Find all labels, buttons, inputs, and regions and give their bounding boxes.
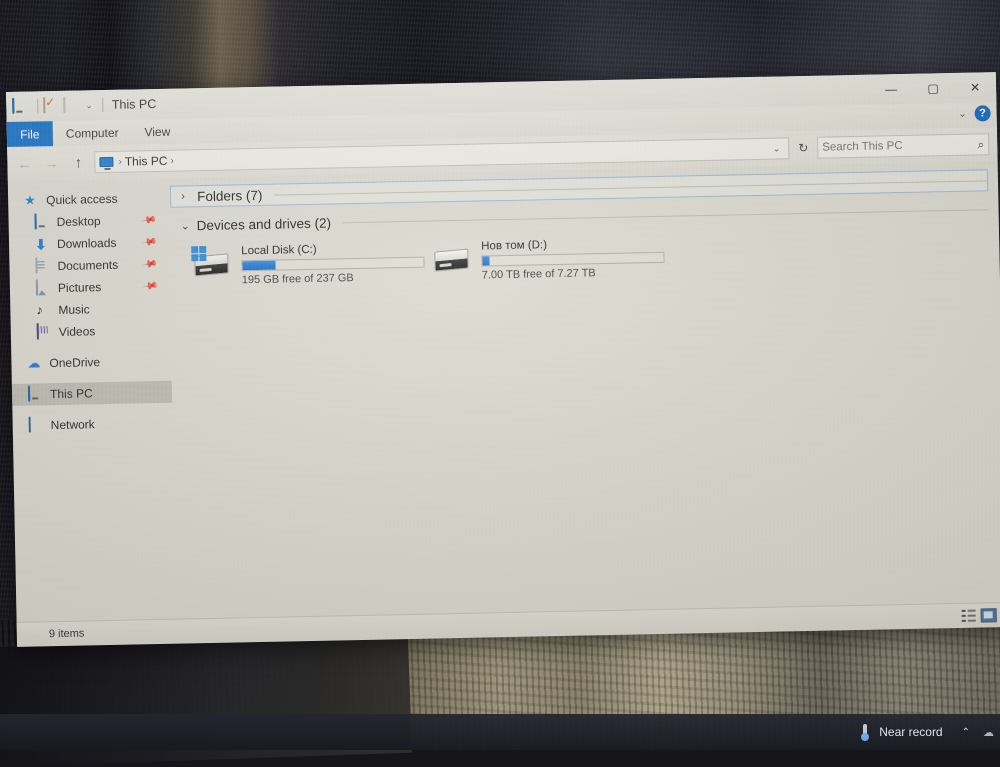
cloud-icon: ☁	[27, 355, 43, 371]
item-count-label: 9 items	[49, 627, 85, 640]
breadcrumb-spacer	[177, 149, 766, 161]
pin-icon[interactable]: 📌	[141, 256, 157, 272]
drive-meta: Нов том (D:) 7.00 TB free of 7.27 TB	[481, 236, 665, 282]
chevron-down-icon[interactable]: ⌄	[85, 100, 93, 111]
sidebar-item-network[interactable]: Network	[12, 412, 172, 437]
music-icon: ♪	[36, 302, 52, 318]
breadcrumb-separator-1: ›	[118, 156, 122, 167]
window-title: This PC	[112, 97, 157, 112]
sidebar-item-music[interactable]: ♪ Music	[10, 297, 170, 322]
expand-ribbon-chevron-icon[interactable]: ⌄	[958, 108, 967, 119]
hard-drive-icon	[430, 240, 473, 277]
close-button[interactable]: ✕	[954, 72, 997, 103]
breadcrumb-separator-2[interactable]: ›	[170, 155, 174, 166]
drive-free-space: 195 GB free of 237 GB	[242, 271, 425, 287]
pin-icon[interactable]: 📌	[141, 278, 157, 294]
large-icons-view-icon[interactable]	[981, 608, 997, 622]
sidebar-item-documents[interactable]: Documents 📌	[9, 253, 169, 278]
content-pane: › Folders (7) ⌄ Devices and drives (2)	[168, 161, 1000, 619]
sidebar-item-onedrive[interactable]: ☁ OneDrive	[11, 350, 171, 375]
tray-overflow-chevron-icon[interactable]: ⌃	[958, 725, 974, 740]
toolbar-separator-1	[37, 99, 38, 113]
document-icon	[35, 258, 51, 274]
this-pc-icon	[28, 386, 44, 402]
taskbar-weather-widget[interactable]: Near record	[853, 721, 948, 744]
tab-computer[interactable]: Computer	[53, 119, 132, 146]
sidebar-item-pictures[interactable]: Pictures 📌	[10, 275, 170, 300]
sidebar-item-label: Network	[51, 417, 95, 432]
hard-drive-windows-icon	[190, 244, 233, 281]
drive-capacity-bar	[241, 257, 424, 272]
window-body: ★ Quick access Desktop 📌 ⬇ Downloads 📌 D…	[8, 161, 1000, 622]
sidebar-item-label: Quick access	[46, 192, 118, 207]
sidebar-item-label: Documents	[57, 258, 118, 273]
pin-icon[interactable]: 📌	[141, 234, 157, 250]
search-input[interactable]: Search This PC ⌕	[817, 133, 989, 158]
video-icon	[37, 324, 53, 340]
taskbar: Near record ⌃ ☁	[0, 714, 1000, 750]
drive-meta: Local Disk (C:) 195 GB free of 237 GB	[241, 241, 425, 287]
drive-capacity-bar	[481, 252, 664, 267]
this-pc-icon[interactable]	[99, 157, 113, 167]
picture-icon	[36, 280, 52, 296]
up-button[interactable]: ↑	[67, 151, 89, 173]
star-icon: ★	[24, 192, 40, 208]
monitor-icon[interactable]	[12, 98, 29, 115]
sidebar-item-videos[interactable]: Videos	[11, 319, 171, 344]
navigation-pane: ★ Quick access Desktop 📌 ⬇ Downloads 📌 D…	[8, 178, 177, 622]
address-history-chevron-icon[interactable]: ⌄	[769, 143, 785, 154]
network-icon	[29, 417, 45, 433]
chevron-right-icon[interactable]: ›	[181, 190, 191, 202]
sidebar-item-quick-access[interactable]: ★ Quick access	[8, 187, 168, 212]
sidebar-item-desktop[interactable]: Desktop 📌	[8, 209, 168, 234]
download-icon: ⬇	[35, 236, 51, 252]
sidebar-item-label: OneDrive	[49, 355, 100, 370]
drive-free-space: 7.00 TB free of 7.27 TB	[482, 266, 665, 282]
drive-name: Нов том (D:)	[481, 237, 664, 253]
desktop-icon	[34, 214, 50, 230]
sidebar-item-label: Pictures	[58, 280, 102, 295]
tray-cloud-icon[interactable]: ☁	[983, 726, 994, 739]
sidebar-item-label: Desktop	[56, 214, 100, 229]
help-icon[interactable]: ?	[974, 105, 990, 121]
tab-file[interactable]: File	[7, 121, 53, 147]
sidebar-item-label: This PC	[50, 386, 93, 401]
thermometer-icon	[859, 724, 872, 741]
breadcrumb-item-this-pc[interactable]: This PC	[125, 154, 168, 169]
chevron-down-icon[interactable]: ⌄	[181, 219, 191, 232]
sidebar-item-label: Videos	[59, 324, 96, 339]
file-explorer-window: ⌄ This PC — ▢ ✕ File Computer View ⌄ ? ←…	[6, 72, 1000, 647]
sidebar-item-this-pc[interactable]: This PC	[12, 381, 172, 406]
back-button[interactable]: ←	[13, 152, 35, 174]
drive-tile-local-disk-c[interactable]: Local Disk (C:) 195 GB free of 237 GB	[187, 238, 428, 291]
group-label: Folders (7)	[197, 187, 263, 203]
ribbon-right-controls: ⌄ ?	[958, 105, 991, 122]
view-mode-buttons	[961, 608, 997, 623]
window-controls: — ▢ ✕	[870, 72, 997, 105]
search-placeholder: Search This PC	[822, 139, 977, 154]
sidebar-item-downloads[interactable]: ⬇ Downloads 📌	[9, 231, 169, 256]
group-divider	[343, 209, 989, 223]
refresh-icon[interactable]: ↻	[794, 137, 812, 159]
tab-view[interactable]: View	[131, 118, 183, 144]
taskbar-weather-label: Near record	[879, 725, 942, 739]
drive-name: Local Disk (C:)	[241, 242, 424, 258]
search-icon[interactable]: ⌕	[977, 137, 984, 152]
forward-button[interactable]: →	[40, 152, 62, 174]
toolbar-separator-2	[102, 98, 103, 112]
new-folder-icon[interactable]	[63, 97, 80, 114]
sidebar-item-label: Music	[58, 302, 90, 317]
maximize-button[interactable]: ▢	[912, 73, 955, 104]
pin-icon[interactable]: 📌	[140, 212, 156, 228]
details-view-icon[interactable]	[961, 608, 977, 622]
drive-tile-nov-tom-d[interactable]: Нов том (D:) 7.00 TB free of 7.27 TB	[427, 233, 668, 286]
minimize-button[interactable]: —	[870, 74, 913, 105]
properties-icon[interactable]	[43, 97, 60, 114]
sidebar-item-label: Downloads	[57, 236, 117, 251]
group-label: Devices and drives (2)	[197, 215, 332, 233]
